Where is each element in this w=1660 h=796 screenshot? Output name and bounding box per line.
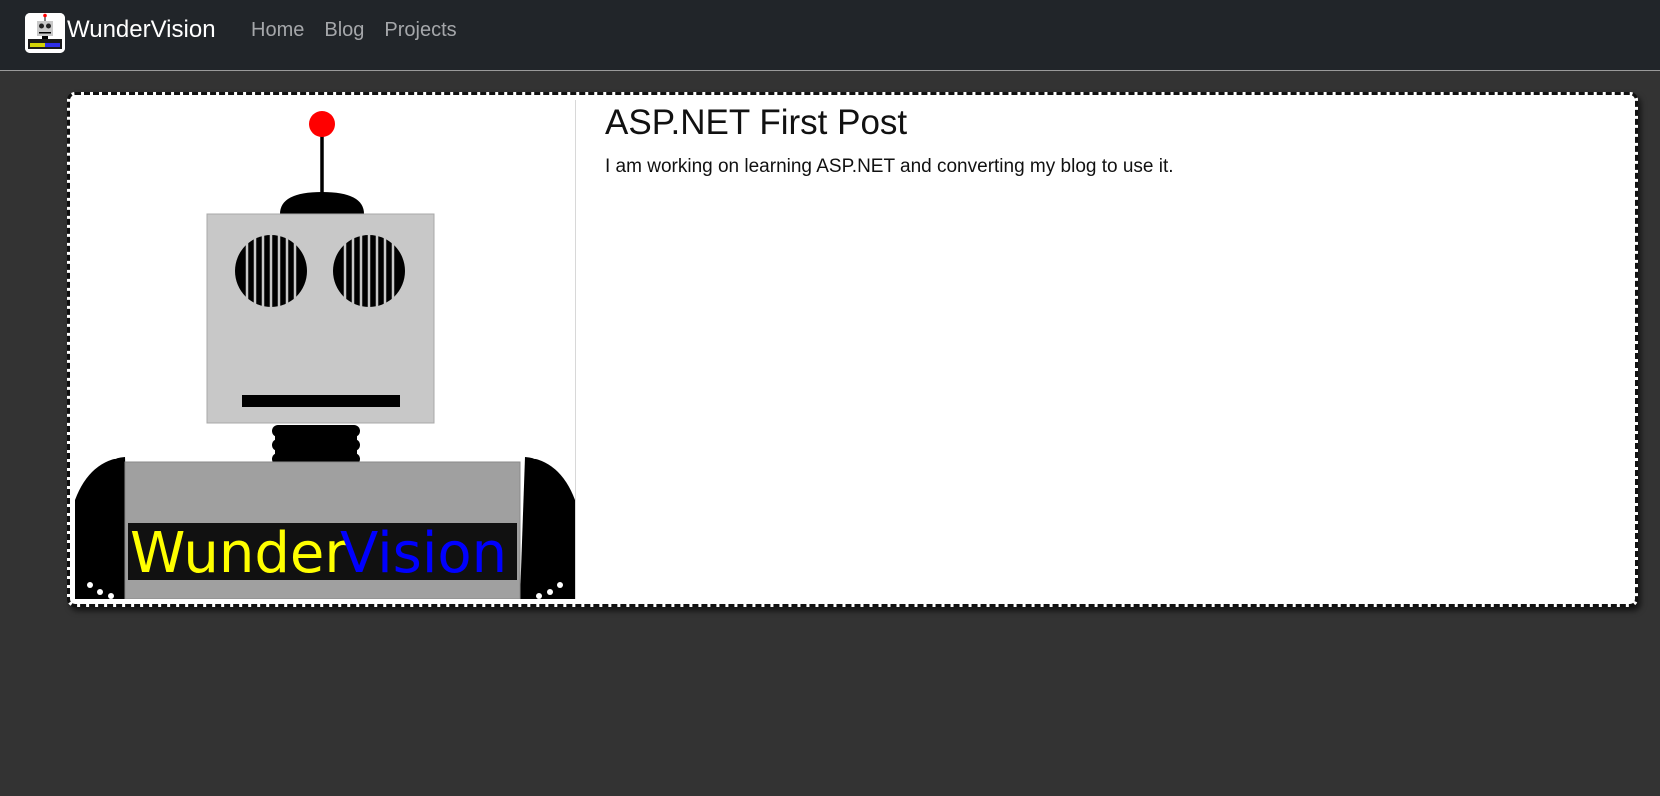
brand-link[interactable]: WunderVision: [25, 13, 216, 53]
robot-eye-left: [235, 235, 307, 307]
post-title[interactable]: ASP.NET First Post: [605, 103, 907, 143]
brand-name: WunderVision: [67, 16, 216, 43]
logo-text-vision: Vision: [340, 521, 507, 586]
nav-link-blog[interactable]: Blog: [324, 19, 364, 42]
nav-link-projects[interactable]: Projects: [384, 19, 456, 42]
robot-eye-right: [333, 235, 405, 307]
post-body: I am working on learning ASP.NET and con…: [605, 156, 1174, 177]
post-card[interactable]: Wunder Vision ASP.NET First Post I am wo…: [67, 92, 1638, 607]
robot-logo-icon: [25, 13, 65, 53]
card-divider: [575, 100, 576, 599]
logo-text-wunder: Wunder: [130, 521, 348, 586]
post-image: Wunder Vision: [75, 100, 575, 599]
nav-links: Home Blog Projects: [251, 19, 477, 42]
navbar: WunderVision Home Blog Projects: [0, 0, 1660, 71]
nav-link-home[interactable]: Home: [251, 19, 304, 42]
